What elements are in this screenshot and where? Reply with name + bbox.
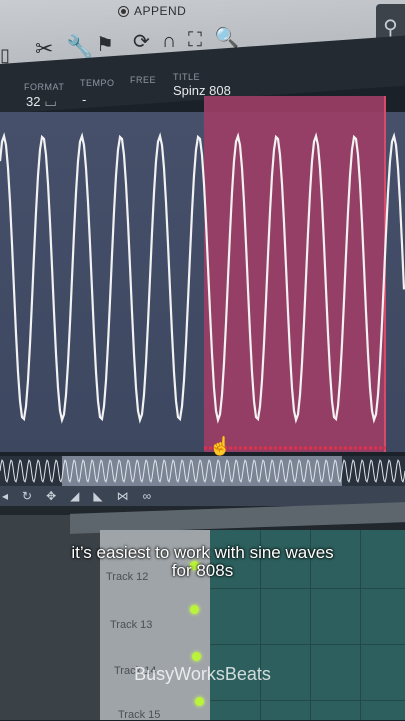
track-label[interactable]: Track 13 <box>110 619 152 631</box>
editor-controls: ◂ ↻ ✥ ◢ ◣ ⋈ ∞ <box>0 486 405 506</box>
append-toggle[interactable]: APPEND <box>118 4 186 18</box>
overview-waveform <box>0 459 405 483</box>
fade-out-icon[interactable]: ◣ <box>93 489 102 503</box>
free-label: FREE <box>130 75 157 85</box>
refresh-icon[interactable]: ↻ <box>22 489 32 503</box>
magnet-icon[interactable]: ∩ <box>162 30 176 52</box>
track-active-led[interactable] <box>195 697 204 706</box>
append-label: APPEND <box>134 4 187 18</box>
grid-line <box>210 700 405 701</box>
caption-line-1: it’s easiest to work with sine waves <box>71 543 334 562</box>
track-active-led[interactable] <box>192 652 201 661</box>
grid-line <box>210 644 405 645</box>
waveform-plot <box>0 132 405 450</box>
waveform-line <box>0 132 405 424</box>
fade-in-icon[interactable]: ◢ <box>70 489 79 503</box>
cut-icon[interactable]: ✂ <box>35 38 53 60</box>
marker-icon[interactable]: ⚑ <box>96 34 114 56</box>
trim-icon[interactable]: ⋈ <box>117 489 129 503</box>
arrow-left-icon[interactable]: ◂ <box>2 489 8 503</box>
radio-icon[interactable] <box>118 5 129 17</box>
track-label[interactable]: Track 15 <box>118 709 160 721</box>
grid-line <box>210 588 405 589</box>
link-icon[interactable]: ∞ <box>143 489 152 503</box>
zoom-icon[interactable]: 🔍 <box>214 27 239 49</box>
hand-cursor-icon: ☝ <box>209 436 232 456</box>
watermark: BusyWorksBeats <box>134 664 271 684</box>
track-active-led[interactable] <box>190 605 199 614</box>
title-label: TITLE <box>173 72 201 82</box>
tempo-label: TEMPO <box>80 78 115 88</box>
wrench-icon[interactable]: 🔧 <box>66 36 93 58</box>
loop-icon[interactable]: ⟳ <box>133 31 150 53</box>
select-icon[interactable]: ⛶ <box>188 29 202 51</box>
caption-line-2: for 808s <box>171 561 234 580</box>
split-icon[interactable]: ✥ <box>46 489 56 503</box>
